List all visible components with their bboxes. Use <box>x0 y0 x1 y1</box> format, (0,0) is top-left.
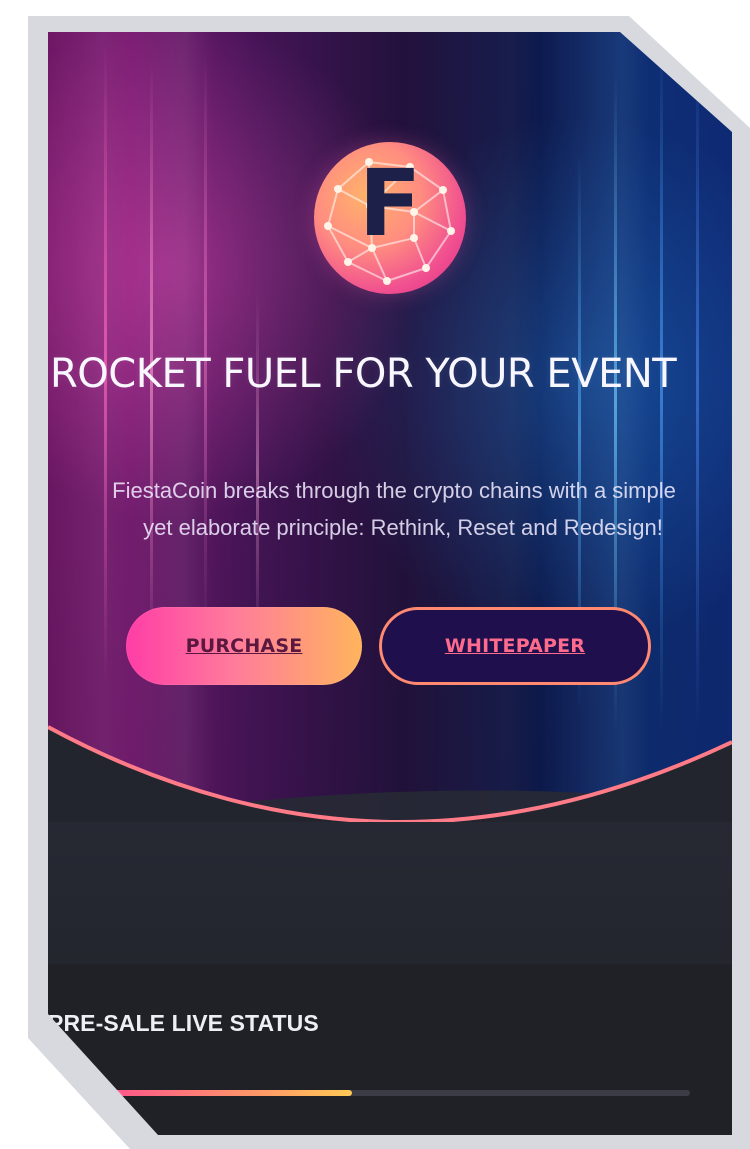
hero-intro-line-2: yet elaborate principle: Rethink, Reset … <box>143 515 663 540</box>
logo-letter: F <box>358 150 422 257</box>
hero-intro-line-1: FiestaCoin breaks through the crypto cha… <box>112 478 676 503</box>
page-screen: F ROCKET FUEL FOR YOUR EVENT FiestaCoin … <box>48 32 732 1135</box>
hero-intro: FiestaCoin breaks through the crypto cha… <box>48 472 732 546</box>
network-coin-logo-icon: F <box>314 142 466 294</box>
hero-headline: ROCKET FUEL FOR YOUR EVENT <box>50 351 677 397</box>
presale-status-panel <box>48 964 732 1135</box>
presale-progress-fill <box>86 1090 352 1096</box>
presale-status-title: PRE-SALE LIVE STATUS <box>48 1010 319 1036</box>
